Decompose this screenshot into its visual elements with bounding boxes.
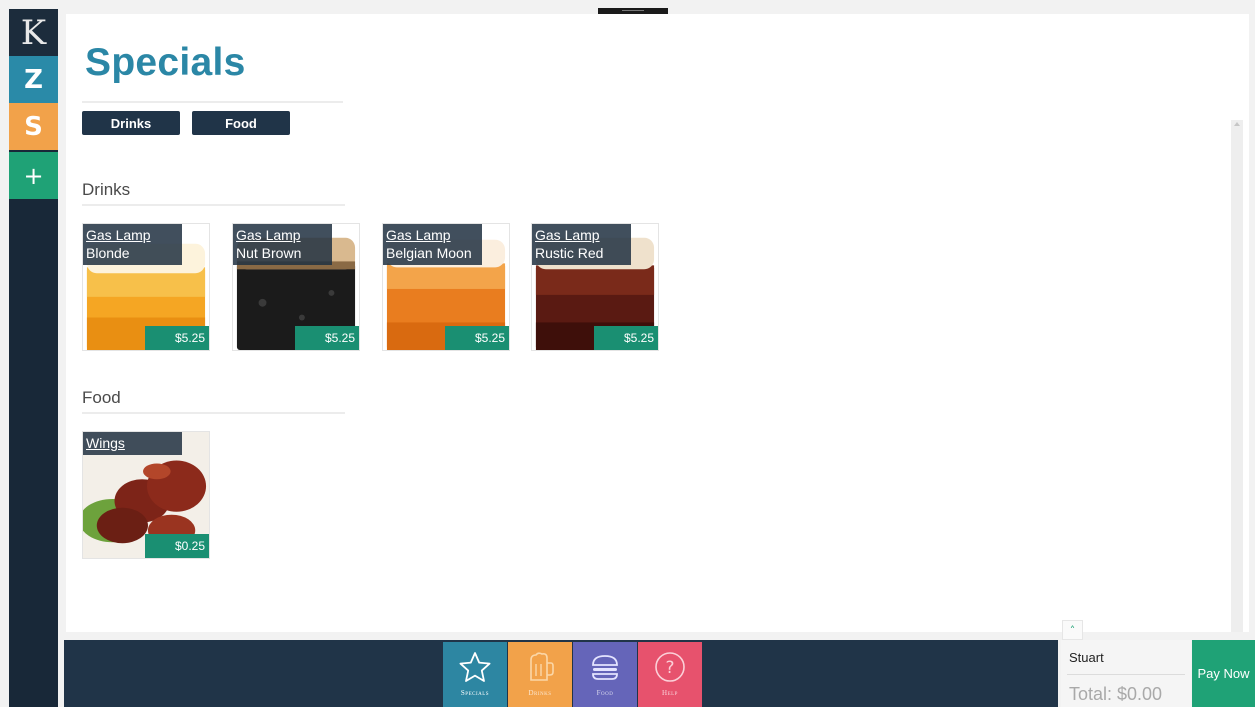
rail-add-button[interactable]: + (9, 152, 58, 199)
menu-item-blonde[interactable]: Gas Lamp Blonde $5.25 (82, 223, 210, 351)
help-circle-icon: ? (653, 650, 687, 684)
main-panel: Specials Drinks Food Drinks Gas Lamp Blo… (66, 14, 1249, 632)
bottom-nav-bar: Specials Drinks Food ? Help (64, 640, 1058, 707)
item-name: Gas Lamp Rustic Red (532, 224, 631, 265)
divider (82, 204, 345, 206)
rail-button-s[interactable]: S (9, 103, 58, 150)
svg-text:?: ? (665, 658, 674, 678)
menu-item-wings[interactable]: Wings $0.25 (82, 431, 210, 559)
burger-icon (588, 650, 622, 684)
order-summary: Stuart Total: $0.00 (1061, 640, 1191, 707)
item-name: Wings (83, 432, 182, 455)
menu-item-belgian-moon[interactable]: Gas Lamp Belgian Moon $5.25 (382, 223, 510, 351)
nav-food[interactable]: Food (573, 642, 637, 707)
customer-name: Stuart (1069, 650, 1104, 665)
divider (1067, 674, 1185, 675)
section-title-drinks: Drinks (82, 180, 131, 199)
order-total: Total: $0.00 (1069, 684, 1163, 704)
divider (82, 101, 343, 103)
item-price: $5.25 (445, 326, 509, 350)
left-rail: K Z S + (9, 9, 58, 707)
section-title-food: Food (82, 388, 121, 407)
expand-order-button[interactable]: ˄ (1062, 620, 1083, 640)
menu-item-rustic-red[interactable]: Gas Lamp Rustic Red $5.25 (531, 223, 659, 351)
star-icon (458, 650, 492, 684)
nav-help[interactable]: ? Help (638, 642, 702, 707)
pay-now-button[interactable]: Pay Now (1192, 640, 1255, 707)
item-price: $5.25 (594, 326, 658, 350)
menu-item-nut-brown[interactable]: Gas Lamp Nut Brown $5.25 (232, 223, 360, 351)
item-name: Gas Lamp Nut Brown (233, 224, 332, 265)
filter-drinks-button[interactable]: Drinks (82, 111, 180, 135)
nav-label: Drinks (528, 689, 552, 697)
item-name: Gas Lamp Belgian Moon (383, 224, 482, 265)
item-name: Gas Lamp Blonde (83, 224, 182, 265)
beer-mug-icon (523, 650, 557, 684)
nav-label: Help (662, 689, 678, 697)
divider (82, 412, 345, 414)
nav-drinks[interactable]: Drinks (508, 642, 572, 707)
chevron-up-icon: ˄ (1069, 623, 1076, 637)
scrollbar[interactable] (1231, 120, 1243, 632)
nav-label: Specials (460, 689, 490, 697)
page-title: Specials (85, 41, 246, 84)
nav-label: Food (596, 689, 614, 697)
scroll-up-icon[interactable] (1234, 122, 1240, 126)
rail-button-k[interactable]: K (9, 9, 58, 56)
rail-button-z[interactable]: Z (9, 56, 58, 103)
nav-specials[interactable]: Specials (443, 642, 507, 707)
filter-food-button[interactable]: Food (192, 111, 290, 135)
item-price: $0.25 (145, 534, 209, 558)
item-price: $5.25 (145, 326, 209, 350)
item-price: $5.25 (295, 326, 359, 350)
